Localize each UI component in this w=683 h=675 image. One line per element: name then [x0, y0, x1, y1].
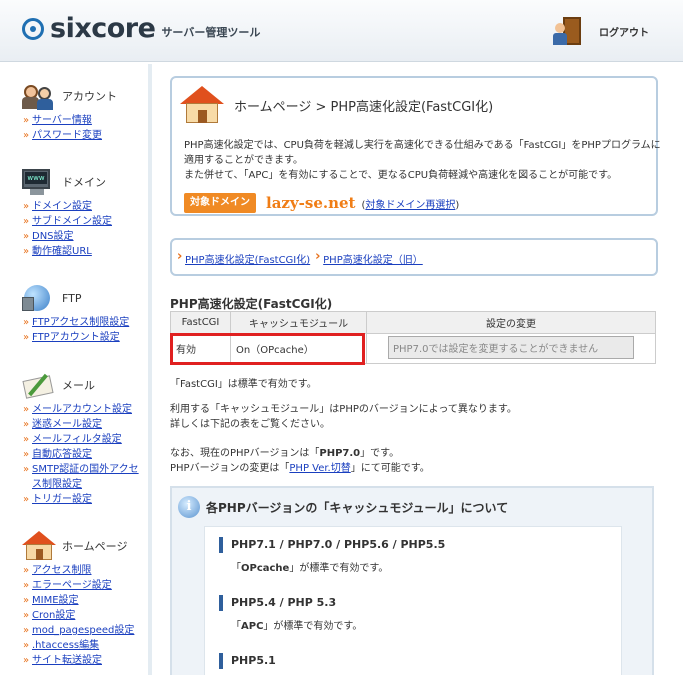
- sidebar-group-account: アカウント サーバー情報 パスワード変更: [22, 80, 117, 143]
- sidebar-group-ftp: FTP FTPアクセス制限設定 FTPアカウント設定: [22, 282, 129, 345]
- paragraph-text: PHPバージョンの変更は「: [170, 463, 290, 474]
- table-header: 設定の変更: [366, 311, 656, 334]
- sidebar-item-site-redirect[interactable]: サイト転送設定: [22, 653, 134, 668]
- domain-icon: www: [22, 167, 56, 197]
- home-icon: [180, 86, 224, 124]
- php-version-paragraph: なお、現在のPHPバージョンは「PHP7.0」です。 PHPバージョンの変更は「…: [170, 446, 430, 476]
- reselect-domain-link[interactable]: 対象ドメイン再選択: [365, 200, 455, 211]
- info-inner: PHP7.1 / PHP7.0 / PHP5.6 / PHP5.5 「OPcac…: [204, 526, 622, 675]
- sidebar-group-label: アカウント: [62, 90, 117, 103]
- header: sixcore サーバー管理ツール ログアウト: [0, 0, 683, 62]
- target-domain-name: lazy-se.net: [266, 194, 356, 212]
- version-note: 「OPcache」が標準で有効です。: [231, 563, 389, 574]
- version-label: PHP7.1 / PHP7.0 / PHP5.6 / PHP5.5: [219, 537, 445, 553]
- account-icon: [22, 81, 56, 111]
- page-header-box: ホームページ > PHP高速化設定(FastCGI化) PHP高速化設定では、C…: [170, 76, 661, 216]
- sidebar-item-domain-settings[interactable]: ドメイン設定: [22, 199, 112, 214]
- version-block: PHP5.4 / PHP 5.3 「APC」が標準で有効です。: [219, 595, 362, 632]
- target-link-paren: ): [455, 199, 460, 211]
- sub-nav-box: PHP高速化設定(FastCGI化) PHP高速化設定（旧）: [170, 238, 658, 276]
- sidebar-item-password-change[interactable]: パスワード変更: [22, 128, 117, 143]
- logout-label: ログアウト: [599, 27, 649, 39]
- logo-text: sixcore: [50, 13, 156, 44]
- sidebar-item-error-page[interactable]: エラーページ設定: [22, 578, 134, 593]
- paragraph-line: 詳しくは下記の表をご覧ください。: [170, 419, 330, 430]
- table-header: キャッシュモジュール: [230, 311, 367, 334]
- sidebar-item-mail-filter[interactable]: メールフィルタ設定: [22, 432, 144, 447]
- sidebar-group-homepage: ホームページ アクセス制限 エラーページ設定 MIME設定 Cron設定 mod…: [22, 530, 134, 668]
- logo[interactable]: sixcore サーバー管理ツール: [22, 13, 260, 44]
- sidebar-group-label: ホームページ: [62, 540, 128, 553]
- description-line: また併せて、「APC」を有効にすることで、更なるCPU負荷軽減や高速化を図ること…: [184, 170, 618, 181]
- paragraph-text: 」にて可能です。: [350, 463, 430, 474]
- info-icon: i: [178, 496, 200, 518]
- sidebar: アカウント サーバー情報 パスワード変更 www ドメイン ドメイン設定 サブド…: [0, 64, 152, 675]
- sidebar-group-label: FTP: [62, 291, 82, 305]
- fastcgi-note: 「FastCGI」は標準で有効です。: [170, 379, 317, 390]
- page-description: PHP高速化設定では、CPU負荷を軽減し実行を高速化できる仕組みである「Fast…: [184, 138, 662, 183]
- version-note: 「APC」が標準で有効です。: [231, 621, 363, 632]
- target-domain-row: 対象ドメイン lazy-se.net (対象ドメイン再選択): [184, 192, 459, 214]
- sidebar-item-smtp-restriction[interactable]: SMTP認証の国外アクセス制限設定: [22, 462, 144, 492]
- change-setting-button: PHP7.0では設定を変更することができません: [388, 335, 634, 359]
- sidebar-item-trigger-settings[interactable]: トリガー設定: [22, 492, 144, 507]
- current-php-version: PHP7.0: [319, 448, 361, 459]
- module-name: APC: [241, 621, 264, 632]
- logo-mark-icon: [22, 17, 44, 40]
- ftp-icon: [22, 283, 56, 313]
- module-name: OPcache: [241, 563, 290, 574]
- version-block: PHP5.1: [219, 653, 276, 669]
- sidebar-item-mail-account[interactable]: メールアカウント設定: [22, 402, 144, 417]
- home-icon: [22, 531, 56, 561]
- sidebar-item-htaccess[interactable]: .htaccess編集: [22, 638, 134, 653]
- sidebar-item-access-limit[interactable]: アクセス制限: [22, 563, 134, 578]
- sidebar-item-mod-pagespeed[interactable]: mod_pagespeed設定: [22, 623, 134, 638]
- page-title: ホームページ > PHP高速化設定(FastCGI化): [234, 99, 494, 115]
- version-block: PHP7.1 / PHP7.0 / PHP5.6 / PHP5.5 「OPcac…: [219, 537, 445, 574]
- nav-link-legacy[interactable]: PHP高速化設定（旧）: [314, 249, 423, 266]
- mail-icon: [22, 370, 56, 400]
- info-title: 各PHPバージョンの「キャッシュモジュール」について: [206, 500, 509, 515]
- sidebar-group-label: メール: [62, 379, 95, 392]
- logout-button[interactable]: ログアウト: [553, 15, 649, 47]
- sidebar-group-domain: www ドメイン ドメイン設定 サブドメイン設定 DNS設定 動作確認URL: [22, 166, 112, 259]
- version-label: PHP5.4 / PHP 5.3: [219, 595, 362, 611]
- highlight-frame: [170, 333, 365, 365]
- table-header: FastCGI: [170, 311, 231, 334]
- info-box: i 各PHPバージョンの「キャッシュモジュール」について PHP7.1 / PH…: [170, 486, 654, 675]
- sidebar-group-label: ドメイン: [62, 176, 106, 189]
- paragraph-line: 利用する「キャッシュモジュール」はPHPのバージョンによって異なります。: [170, 404, 517, 415]
- description-line: PHP高速化設定では、CPU負荷を軽減し実行を高速化できる仕組みである「Fast…: [184, 140, 661, 166]
- logo-subtitle: サーバー管理ツール: [161, 25, 261, 39]
- logout-door-icon: [553, 15, 591, 47]
- section-title: PHP高速化設定(FastCGI化): [170, 297, 333, 311]
- version-label: PHP5.1: [219, 653, 276, 669]
- sidebar-item-spam-settings[interactable]: 迷惑メール設定: [22, 417, 144, 432]
- sidebar-item-server-info[interactable]: サーバー情報: [22, 113, 117, 128]
- sidebar-group-mail: メール メールアカウント設定 迷惑メール設定 メールフィルタ設定 自動応答設定 …: [22, 369, 144, 507]
- nav-link-fastcgi[interactable]: PHP高速化設定(FastCGI化): [176, 249, 310, 266]
- sidebar-item-ftp-access-limit[interactable]: FTPアクセス制限設定: [22, 315, 129, 330]
- sidebar-item-mime[interactable]: MIME設定: [22, 593, 134, 608]
- sidebar-item-ftp-account[interactable]: FTPアカウント設定: [22, 330, 129, 345]
- paragraph-text: 」です。: [360, 448, 400, 459]
- sidebar-item-cron[interactable]: Cron設定: [22, 608, 134, 623]
- paragraph-text: なお、現在のPHPバージョンは「: [170, 448, 320, 459]
- sidebar-item-auto-reply[interactable]: 自動応答設定: [22, 447, 144, 462]
- cache-module-paragraph: 利用する「キャッシュモジュール」はPHPのバージョンによって異なります。 詳しく…: [170, 402, 517, 432]
- sidebar-item-test-url[interactable]: 動作確認URL: [22, 244, 112, 259]
- target-domain-badge: 対象ドメイン: [184, 193, 256, 213]
- php-version-switch-link[interactable]: PHP Ver.切替: [289, 463, 350, 474]
- sidebar-item-dns-settings[interactable]: DNS設定: [22, 229, 112, 244]
- sidebar-item-subdomain-settings[interactable]: サブドメイン設定: [22, 214, 112, 229]
